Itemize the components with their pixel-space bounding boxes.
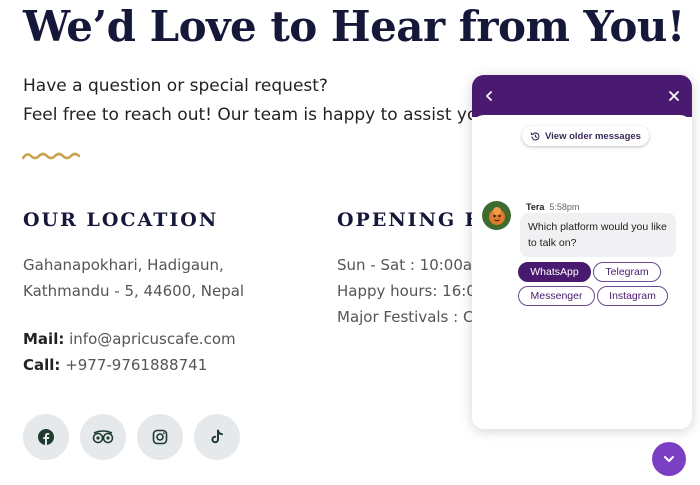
chat-body: View older messages Tera 5:58pm Which pl… — [472, 115, 692, 429]
message-meta: Tera 5:58pm — [526, 202, 579, 212]
call-row: Call: +977-9761888741 — [23, 352, 236, 378]
intro-line-1: Have a question or special request? — [23, 76, 328, 96]
facebook-button[interactable] — [23, 414, 69, 460]
intro-text: Have a question or special request? Feel… — [23, 72, 488, 130]
sender-name: Tera — [526, 202, 545, 212]
instagram-icon — [152, 429, 168, 445]
avatar — [482, 201, 511, 230]
tiktok-icon — [211, 429, 223, 444]
bot-avatar-icon — [488, 206, 505, 225]
view-older-messages-label: View older messages — [545, 130, 641, 142]
tiktok-button[interactable] — [194, 414, 240, 460]
page-title: We’d Love to Hear from You! — [23, 2, 685, 51]
mail-link[interactable]: info@apricuscafe.com — [64, 330, 236, 348]
chat-header — [472, 75, 692, 117]
view-older-messages-button[interactable]: View older messages — [522, 126, 649, 146]
chat-widget: View older messages Tera 5:58pm Which pl… — [472, 75, 692, 429]
address: Gahanapokhari, Hadigaun, Kathmandu - 5, … — [23, 252, 244, 304]
history-icon — [530, 131, 540, 140]
phone-link[interactable]: +977-9761888741 — [60, 356, 207, 374]
mail-row: Mail: info@apricuscafe.com — [23, 326, 236, 352]
hours-line-1: Sun - Sat : 10:00an — [337, 256, 482, 274]
call-label: Call: — [23, 356, 61, 374]
squiggle-divider — [22, 152, 80, 160]
tripadvisor-button[interactable] — [80, 414, 126, 460]
chevron-left-icon[interactable] — [484, 90, 494, 102]
option-whatsapp[interactable]: WhatsApp — [518, 262, 591, 282]
option-telegram[interactable]: Telegram — [593, 262, 661, 282]
message-bubble: Which platform would you like to talk on… — [520, 213, 676, 257]
intro-line-2: Feel free to reach out! Our team is happ… — [23, 105, 489, 125]
facebook-icon — [38, 429, 54, 445]
hours-line-3: Major Festivals : Cl — [337, 308, 478, 326]
option-messenger[interactable]: Messenger — [518, 286, 595, 306]
option-instagram[interactable]: Instagram — [597, 286, 668, 306]
instagram-button[interactable] — [137, 414, 183, 460]
chat-toggle-button[interactable] — [652, 442, 686, 476]
close-icon[interactable] — [668, 90, 680, 102]
hours-line-2: Happy hours: 16:00 — [337, 282, 486, 300]
chevron-down-icon — [664, 456, 674, 462]
location-heading: OUR LOCATION — [23, 209, 219, 231]
tripadvisor-icon — [92, 430, 114, 444]
contact-info: Mail: info@apricuscafe.com Call: +977-97… — [23, 326, 236, 378]
opening-hours: Sun - Sat : 10:00an Happy hours: 16:00 M… — [337, 252, 485, 330]
address-line-1: Gahanapokhari, Hadigaun, — [23, 256, 224, 274]
message-time: 5:58pm — [549, 202, 580, 212]
social-links — [23, 414, 240, 460]
address-line-2: Kathmandu - 5, 44600, Nepal — [23, 282, 245, 300]
mail-label: Mail: — [23, 330, 65, 348]
